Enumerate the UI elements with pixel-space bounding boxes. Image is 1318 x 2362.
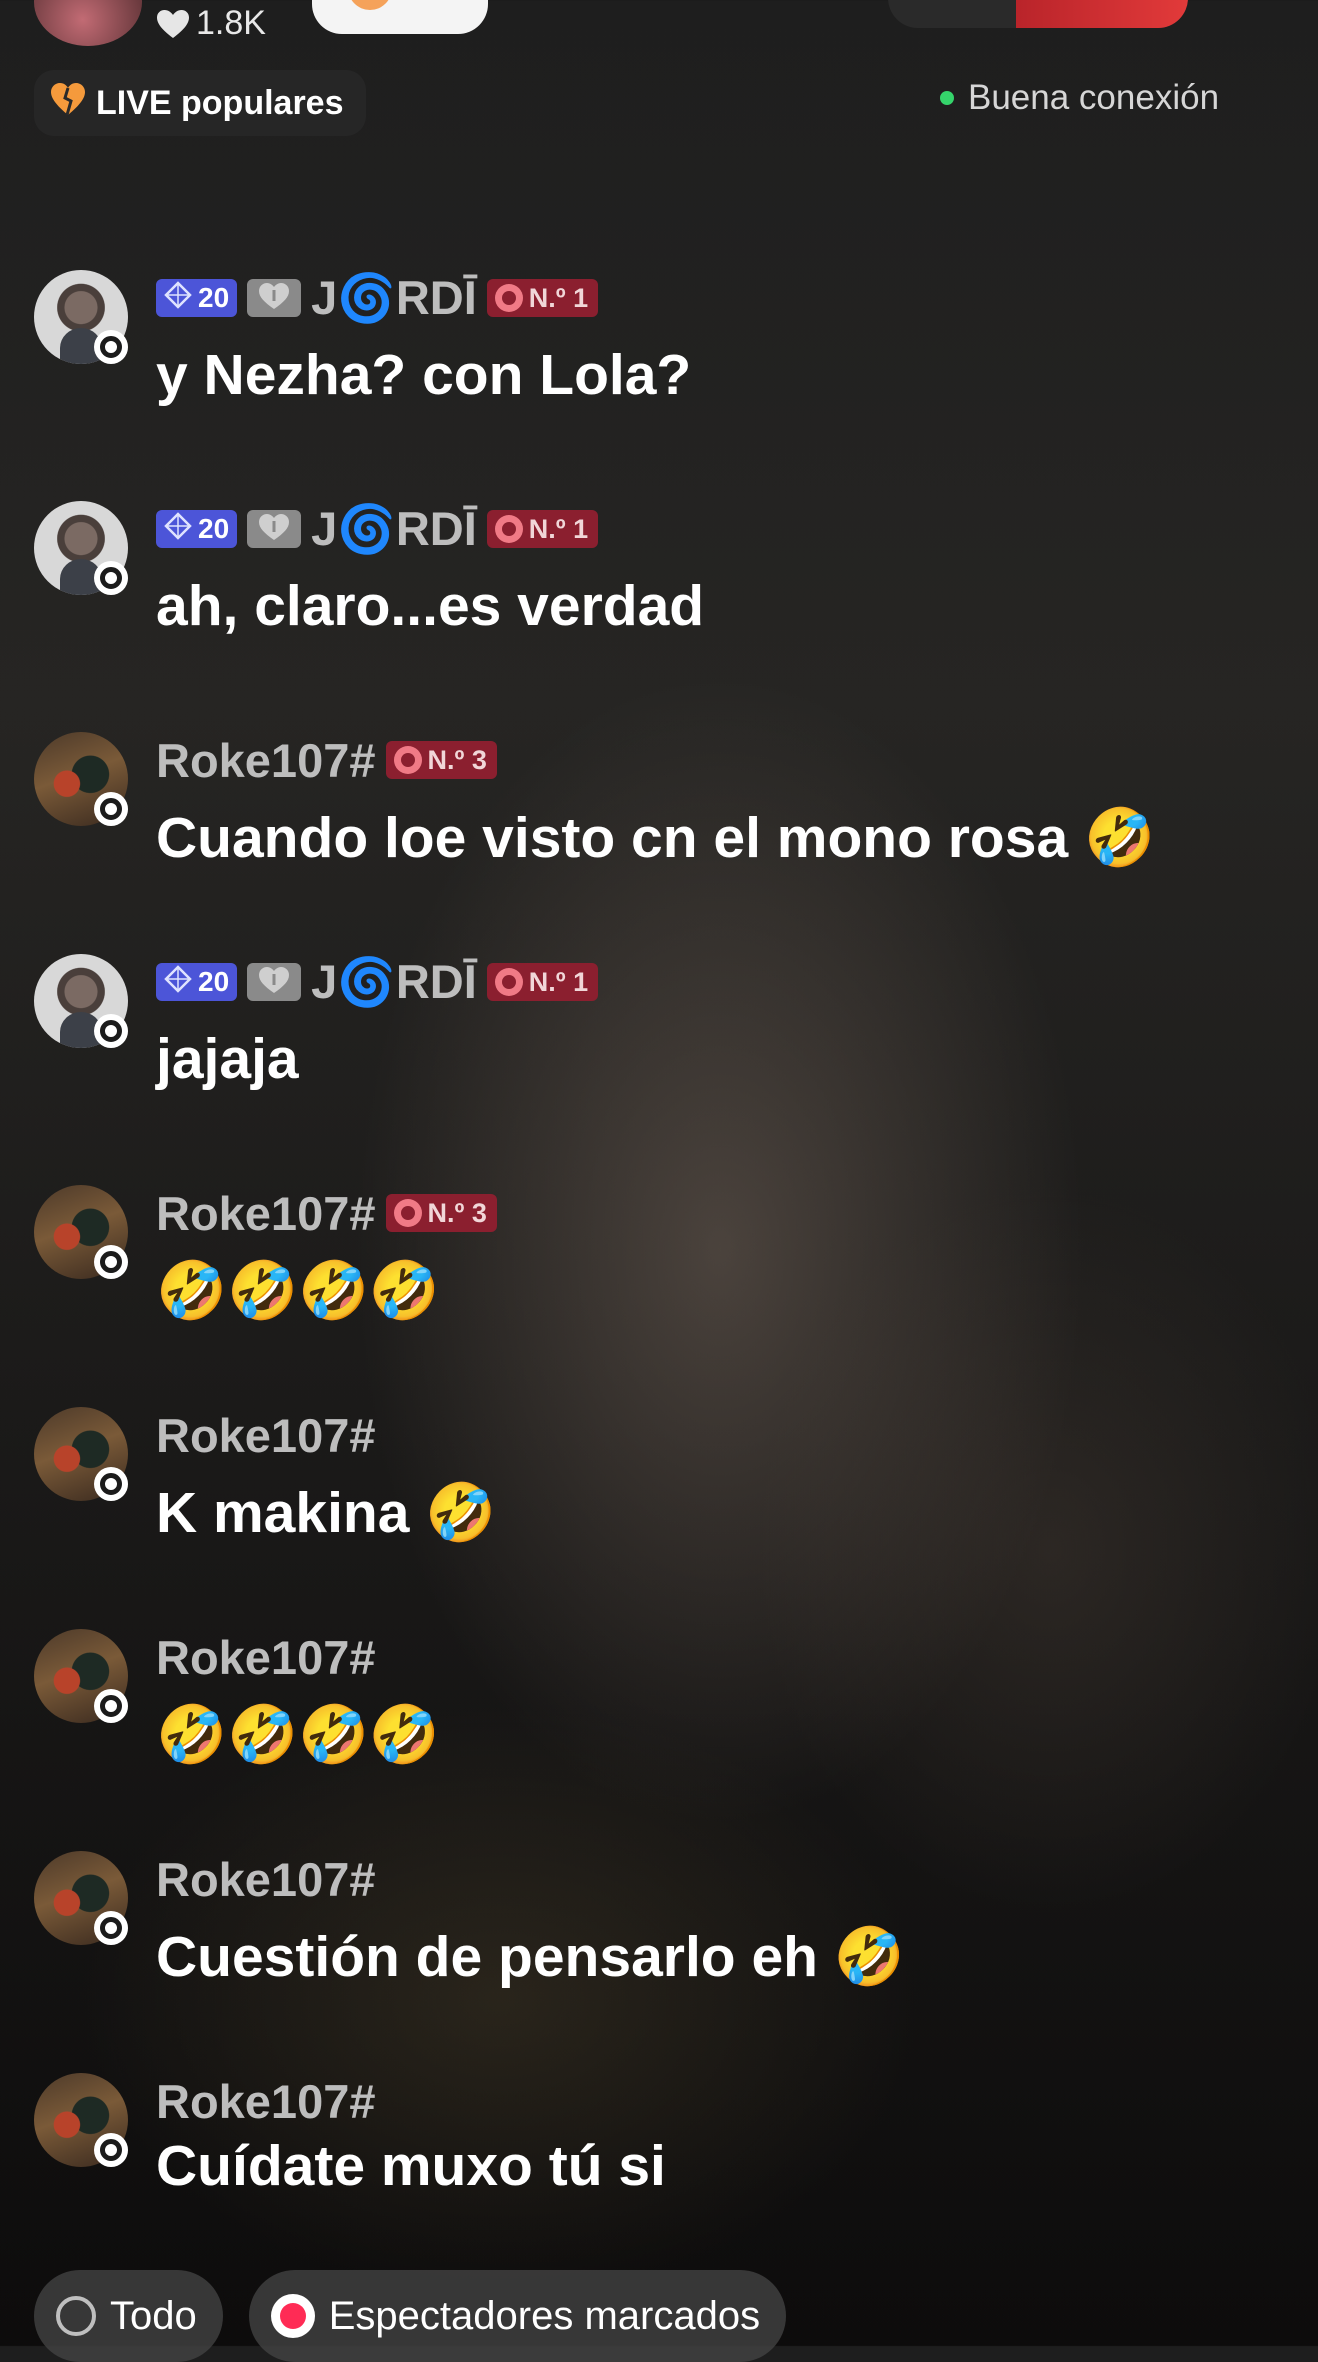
- gift-count: 55: [416, 0, 461, 3]
- username[interactable]: Roke107#: [156, 1852, 376, 1907]
- shield-heart-icon: [256, 965, 292, 1000]
- live-indicator-icon: [94, 1245, 128, 1279]
- username[interactable]: J🌀RDĪ: [311, 270, 477, 326]
- radio-checked-icon: [270, 2294, 315, 2338]
- message-text: ah, claro...es verdad: [156, 574, 705, 638]
- likes-count: 1.8K: [196, 4, 266, 42]
- level-badge[interactable]: 20: [156, 510, 238, 548]
- message-header: Roke107#: [156, 1629, 376, 1685]
- message-text: Cuídate muxo tú si: [156, 2134, 666, 2198]
- live-indicator-icon: [94, 1911, 128, 1945]
- chat-filter-bar: Todo Espectadores marcados: [34, 2270, 787, 2362]
- gift-counter-pill[interactable]: 55: [312, 0, 488, 34]
- medal-icon: [494, 284, 523, 312]
- message-header: 20 J🌀RDĪ N.º 1: [156, 270, 599, 326]
- ranking-pill[interactable]: 144 11.9K: [888, 0, 1188, 28]
- host-avatar[interactable]: [34, 0, 142, 46]
- heart-icon: [156, 9, 190, 39]
- rank-badge[interactable]: N.º 1: [486, 963, 599, 1001]
- rank-badge[interactable]: N.º 1: [486, 510, 599, 548]
- username[interactable]: J🌀RDĪ: [311, 954, 477, 1010]
- connection-status-label: Buena conexión: [968, 78, 1220, 117]
- message-header: 20 J🌀RDĪ N.º 1: [156, 501, 599, 557]
- diamond-icon: [164, 511, 192, 547]
- live-popular-label: LIVE populares: [96, 83, 344, 122]
- live-indicator-icon: [94, 1467, 128, 1501]
- medal-icon: [494, 515, 523, 543]
- live-indicator-icon: [94, 1014, 128, 1048]
- live-popular-button[interactable]: LIVE populares: [34, 70, 366, 136]
- radio-unchecked-icon: [56, 2296, 96, 2336]
- message-text: Cuestión de pensarlo eh 🤣: [156, 1925, 905, 1989]
- live-indicator-icon: [94, 561, 128, 595]
- message-header: 20 J🌀RDĪ N.º 1: [156, 954, 599, 1010]
- rank-badge[interactable]: N.º 3: [385, 741, 497, 779]
- diamond-icon: [164, 964, 192, 1000]
- message-text: K makina 🤣: [156, 1481, 497, 1545]
- status-dot-icon: [940, 91, 954, 105]
- filter-marked-viewers-button[interactable]: Espectadores marcados: [248, 2270, 787, 2362]
- live-indicator-icon: [94, 2133, 128, 2167]
- heart-icon: [50, 82, 86, 125]
- message-header: Roke107#: [156, 1851, 376, 1907]
- live-indicator-icon: [94, 1689, 128, 1723]
- ranking-pill-left: 144: [888, 0, 1016, 28]
- username[interactable]: Roke107#: [156, 1630, 376, 1685]
- level-badge[interactable]: 20: [156, 963, 238, 1001]
- connection-status: Buena conexión: [940, 78, 1219, 118]
- top-bar: 1.8K 55 144 11.9K: [0, 0, 1318, 48]
- username[interactable]: Roke107#: [156, 2074, 376, 2129]
- filter-all-label: Todo: [110, 2293, 197, 2338]
- live-indicator-icon: [94, 330, 128, 364]
- medal-icon: [494, 968, 523, 996]
- message-header: Roke107# N.º 3: [156, 732, 497, 788]
- message-header: Roke107# N.º 3: [156, 1185, 497, 1241]
- fan-badge[interactable]: [247, 963, 302, 1001]
- diamond-icon: [164, 280, 192, 316]
- message-header: Roke107#: [156, 2073, 376, 2129]
- shield-heart-icon: [256, 512, 292, 547]
- shield-heart-icon: [256, 281, 292, 316]
- username[interactable]: J🌀RDĪ: [311, 501, 477, 557]
- medal-icon: [393, 1199, 422, 1227]
- message-text: jajaja: [156, 1027, 299, 1091]
- filter-all-button[interactable]: Todo: [34, 2270, 223, 2362]
- fan-badge[interactable]: [247, 279, 302, 317]
- message-header: Roke107#: [156, 1407, 376, 1463]
- ranking-pill-right: 11.9K: [1016, 0, 1188, 28]
- message-text: 🤣🤣🤣🤣: [156, 1259, 440, 1323]
- message-text: 🤣🤣🤣🤣: [156, 1703, 440, 1767]
- message-text: Cuando loe visto cn el mono rosa 🤣: [156, 806, 1155, 870]
- fan-badge[interactable]: [247, 510, 302, 548]
- rank-badge[interactable]: N.º 1: [486, 279, 599, 317]
- username[interactable]: Roke107#: [156, 733, 376, 788]
- heart-gift-icon: [348, 0, 392, 10]
- username[interactable]: Roke107#: [156, 1186, 376, 1241]
- live-indicator-icon: [94, 792, 128, 826]
- username[interactable]: Roke107#: [156, 1408, 376, 1463]
- message-text: y Nezha? con Lola?: [156, 343, 692, 407]
- likes-counter: 1.8K: [156, 4, 266, 43]
- medal-icon: [393, 746, 422, 774]
- level-badge[interactable]: 20: [156, 279, 238, 317]
- filter-marked-label: Espectadores marcados: [328, 2293, 761, 2338]
- rank-badge[interactable]: N.º 3: [385, 1194, 497, 1232]
